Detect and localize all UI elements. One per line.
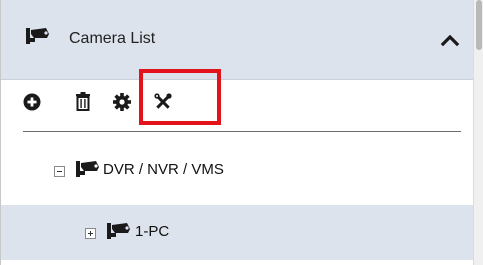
collapse-icon[interactable]	[54, 166, 65, 177]
tree-node-dvr-nvr-vms[interactable]: DVR / NVR / VMS	[1, 146, 473, 192]
divider	[23, 131, 461, 132]
panel-title: Camera List	[69, 30, 156, 47]
camera-list-panel: Camera List DVR / NVR / VMS 1-PC	[0, 0, 483, 265]
panel-header[interactable]: Camera List	[1, 0, 473, 80]
tree-node-1-pc[interactable]: 1-PC	[1, 205, 473, 260]
plus-circle-icon[interactable]	[23, 90, 45, 114]
expand-icon[interactable]	[85, 228, 96, 239]
scrollbar-thumb[interactable]	[476, 0, 482, 50]
scrollbar[interactable]	[473, 0, 483, 265]
chevron-up-icon[interactable]	[439, 30, 461, 50]
camera-icon	[75, 159, 101, 181]
trash-icon[interactable]	[73, 90, 95, 114]
tree-node-label: DVR / NVR / VMS	[103, 161, 224, 178]
camera-icon	[25, 26, 51, 48]
tools-icon[interactable]	[153, 90, 175, 114]
toolbar	[23, 90, 463, 118]
camera-icon	[106, 221, 132, 243]
tree-node-label: 1-PC	[135, 223, 170, 240]
gear-icon[interactable]	[113, 90, 135, 114]
